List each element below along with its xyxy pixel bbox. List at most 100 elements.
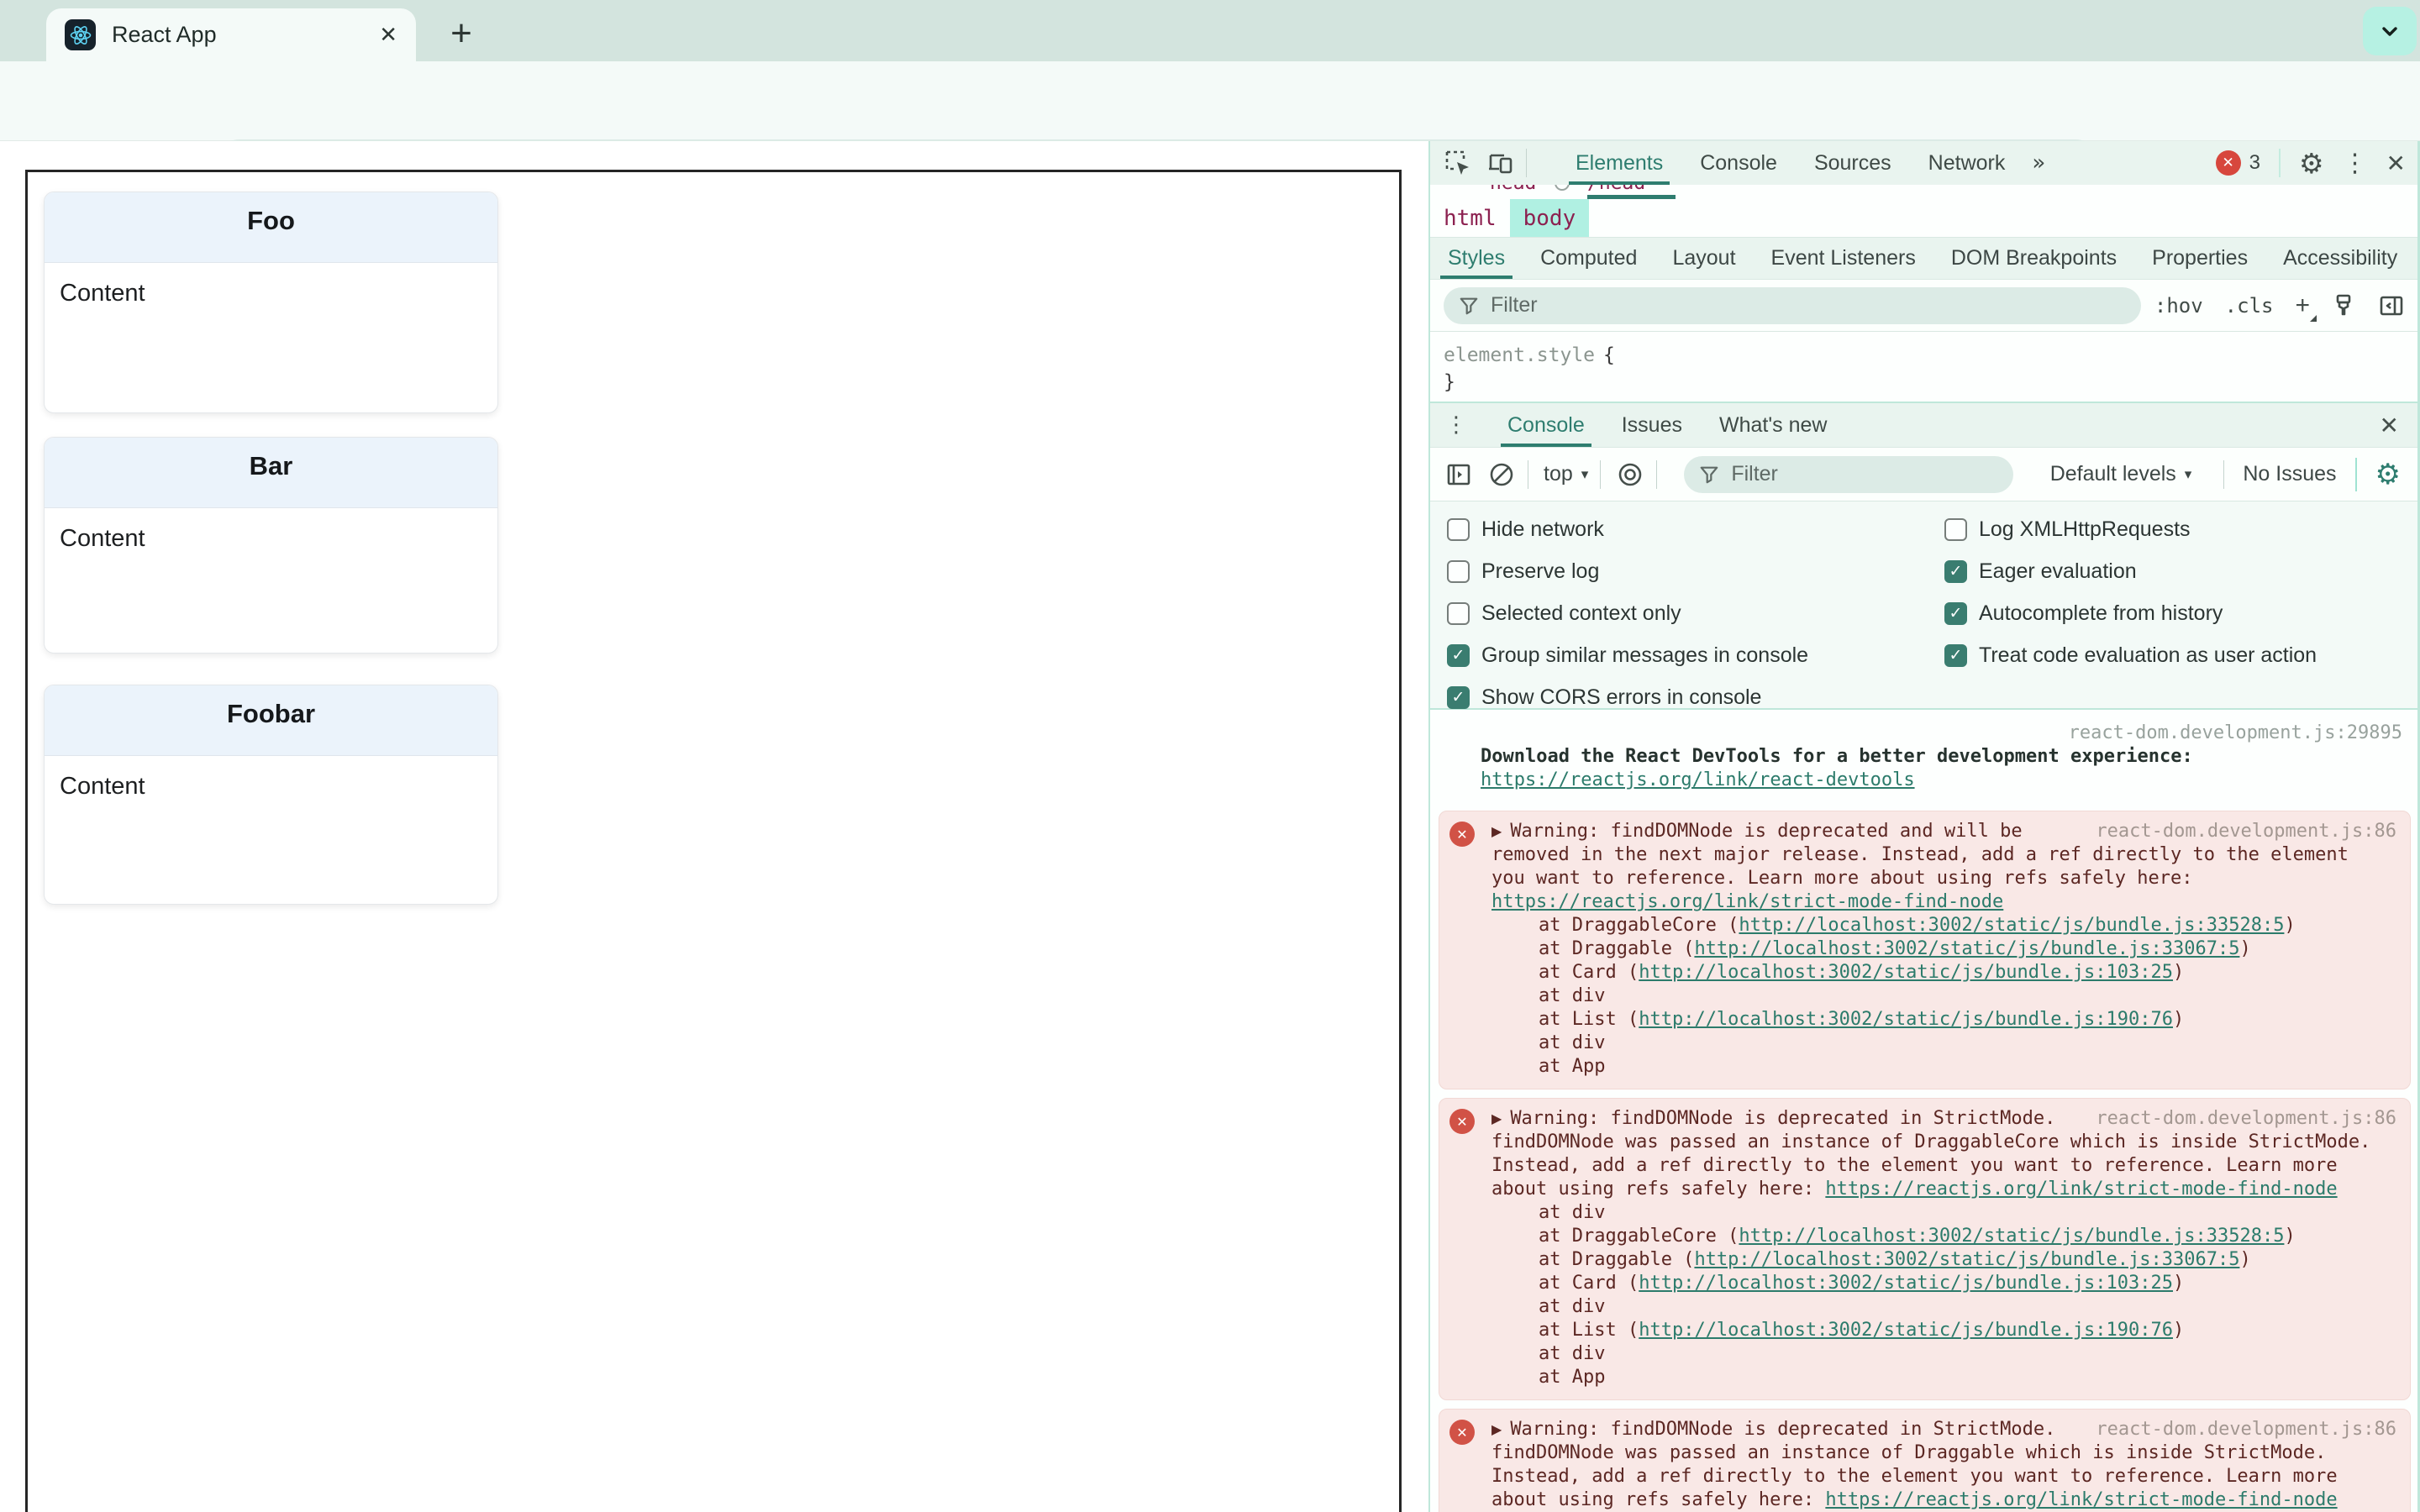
checkbox-label: Selected context only xyxy=(1481,601,1681,625)
settings-column-right: Log XMLHttpRequests ✓ Eager evaluation ✓ Aut… xyxy=(1944,508,2317,676)
checkbox-checked[interactable]: ✓ xyxy=(1944,559,1967,583)
live-expression-eye-icon[interactable] xyxy=(1616,460,1644,489)
disclosure-triangle-icon[interactable]: ▶ xyxy=(1491,1418,1502,1441)
message-text: at Card ( xyxy=(1539,962,1639,983)
tab-dom-breakpoints[interactable]: DOM Breakpoints xyxy=(1933,238,2134,279)
checkbox-unchecked[interactable] xyxy=(1944,517,1967,541)
device-toolbar-icon[interactable] xyxy=(1486,149,1514,177)
log-levels-dropdown[interactable]: Default levels ▾ xyxy=(2050,462,2192,486)
console-filter-input[interactable]: Filter xyxy=(1684,455,2014,493)
console-link[interactable]: http://localhost:3002/static/js/bundle.j… xyxy=(1694,1248,2239,1272)
drawer-close-icon[interactable]: ✕ xyxy=(2380,412,2399,439)
tab-network[interactable]: Network xyxy=(1910,141,2024,185)
source-location-link[interactable]: react-dom.development.js:86 xyxy=(2075,820,2396,843)
checkbox-checked[interactable]: ✓ xyxy=(1447,643,1470,667)
console-link[interactable]: http://localhost:3002/static/js/bundle.j… xyxy=(1739,914,2284,937)
message-text: at List ( xyxy=(1539,1009,1639,1030)
tab-properties[interactable]: Properties xyxy=(2134,238,2265,279)
console-link[interactable]: https://reactjs.org/link/strict-mode-fin… xyxy=(1825,1178,2337,1201)
toggle-sidebar-icon[interactable] xyxy=(2379,293,2404,318)
checkbox-checked[interactable]: ✓ xyxy=(1447,685,1470,709)
message-line: findDOMNode was passed an instance of Dr… xyxy=(1491,1131,2396,1154)
console-link[interactable]: http://localhost:3002/static/js/bundle.j… xyxy=(1694,937,2239,961)
console-setting[interactable]: ✓ Autocomplete from history xyxy=(1944,592,2317,634)
breadcrumb-html[interactable]: html xyxy=(1430,199,1510,237)
tab-search-chevron-button[interactable] xyxy=(2363,7,2417,55)
inspect-element-icon[interactable] xyxy=(1444,149,1472,177)
console-link[interactable]: https://reactjs.org/link/strict-mode-fin… xyxy=(1825,1488,2337,1512)
stack-frame-line: at div xyxy=(1491,984,2396,1008)
checkbox-checked[interactable]: ✓ xyxy=(1944,643,1967,667)
error-count: 3 xyxy=(2249,151,2260,174)
breadcrumb-body[interactable]: body xyxy=(1509,199,1590,237)
hov-toggle[interactable]: :hov xyxy=(2154,294,2203,318)
console-sidebar-icon[interactable] xyxy=(1445,461,1472,488)
card-bar-header[interactable]: Bar xyxy=(45,438,497,508)
stack-frame-line: at App xyxy=(1491,1055,2396,1079)
drawer-tab-whats-new[interactable]: What's new xyxy=(1701,403,1845,447)
source-location-link[interactable]: react-dom.development.js:29895 xyxy=(2049,722,2402,745)
console-link[interactable]: https://reactjs.org/link/strict-mode-fin… xyxy=(1491,890,2003,914)
devtools-close-icon[interactable]: ✕ xyxy=(2386,150,2406,177)
console-setting[interactable]: Log XMLHttpRequests xyxy=(1944,508,2317,550)
console-settings-icon-active[interactable]: ⚙ xyxy=(2375,460,2401,489)
checkbox-label: Treat code evaluation as user action xyxy=(1979,643,2317,667)
disclosure-triangle-icon[interactable]: ▶ xyxy=(1491,1107,1502,1131)
card-foo-header[interactable]: Foo xyxy=(45,192,497,263)
cls-toggle[interactable]: .cls xyxy=(2225,294,2274,318)
source-location-link[interactable]: react-dom.development.js:86 xyxy=(2075,1107,2396,1131)
tab-accessibility[interactable]: Accessibility xyxy=(2265,238,2415,279)
style-selector[interactable]: element.style xyxy=(1444,344,1595,366)
console-link[interactable]: http://localhost:3002/static/js/bundle.j… xyxy=(1639,1319,2173,1342)
console-setting[interactable]: Preserve log xyxy=(1447,550,1808,592)
new-tab-button[interactable]: + xyxy=(443,13,480,54)
browser-tab[interactable]: React App ✕ xyxy=(46,8,416,61)
checkbox-unchecked[interactable] xyxy=(1447,601,1470,625)
card-foo[interactable]: Foo Content xyxy=(44,192,498,413)
console-link[interactable]: http://localhost:3002/static/js/bundle.j… xyxy=(1639,961,2173,984)
clear-console-icon[interactable] xyxy=(1487,460,1516,489)
element-style-block[interactable]: element.style{ } xyxy=(1430,332,2417,403)
source-location-link[interactable]: react-dom.development.js:86 xyxy=(2075,1418,2396,1441)
devtools-settings-icon[interactable]: ⚙ xyxy=(2299,150,2324,177)
card-foobar[interactable]: Foobar Content xyxy=(44,685,498,905)
dom-tree-clipped-row[interactable]: head /head xyxy=(1430,185,2417,199)
tab-styles[interactable]: Styles xyxy=(1430,238,1523,279)
console-link[interactable]: http://localhost:3002/static/js/bundle.j… xyxy=(1739,1225,2284,1248)
drawer-menu-icon[interactable]: ⋮ xyxy=(1445,412,1467,438)
more-tabs-icon[interactable]: » xyxy=(2023,150,2055,176)
drawer-tab-console[interactable]: Console xyxy=(1489,403,1603,447)
devtools-menu-icon[interactable]: ⋮ xyxy=(2343,149,2368,178)
console-setting[interactable]: ✓ Group similar messages in console xyxy=(1447,634,1808,676)
card-foobar-header[interactable]: Foobar xyxy=(45,685,497,756)
tab-sources[interactable]: Sources xyxy=(1796,141,1910,185)
checkbox-unchecked[interactable] xyxy=(1447,559,1470,583)
disclosure-triangle-icon[interactable]: ▶ xyxy=(1491,820,1502,843)
checkbox-unchecked[interactable] xyxy=(1447,517,1470,541)
console-setting[interactable]: ✓ Eager evaluation xyxy=(1944,550,2317,592)
card-bar[interactable]: Bar Content xyxy=(44,437,498,654)
console-setting[interactable]: ✓ Treat code evaluation as user action xyxy=(1944,634,2317,676)
context-selector[interactable]: top ▾ xyxy=(1544,462,1588,486)
console-setting[interactable]: Hide network xyxy=(1447,508,1808,550)
tab-layout[interactable]: Layout xyxy=(1655,238,1753,279)
message-line: ▶ Warning: findDOMNode is deprecated in S… xyxy=(1491,1418,2396,1441)
checkbox-checked[interactable]: ✓ xyxy=(1944,601,1967,625)
error-icon: ✕ xyxy=(1449,1109,1475,1134)
drawer-tab-issues[interactable]: Issues xyxy=(1603,403,1701,447)
tab-event-listeners[interactable]: Event Listeners xyxy=(1754,238,1933,279)
console-link[interactable]: https://reactjs.org/link/react-devtools xyxy=(1481,769,1915,792)
new-style-rule-button[interactable]: + xyxy=(2295,291,2317,322)
styles-filter-input[interactable]: Filter xyxy=(1444,286,2141,324)
tab-computed[interactable]: Computed xyxy=(1523,238,1655,279)
no-issues-counter[interactable]: No Issues xyxy=(2243,462,2336,486)
message-text: Warning: findDOMNode is deprecated in St… xyxy=(1510,1108,2056,1129)
brush-icon[interactable] xyxy=(2332,293,2357,318)
error-count-badge[interactable]: ✕ 3 xyxy=(2215,150,2260,176)
tab-close-icon[interactable]: ✕ xyxy=(379,23,397,48)
tab-elements[interactable]: Elements xyxy=(1557,141,1681,185)
console-setting[interactable]: Selected context only xyxy=(1447,592,1808,634)
tab-console[interactable]: Console xyxy=(1681,141,1796,185)
console-link[interactable]: http://localhost:3002/static/js/bundle.j… xyxy=(1639,1008,2173,1032)
console-link[interactable]: http://localhost:3002/static/js/bundle.j… xyxy=(1639,1272,2173,1295)
